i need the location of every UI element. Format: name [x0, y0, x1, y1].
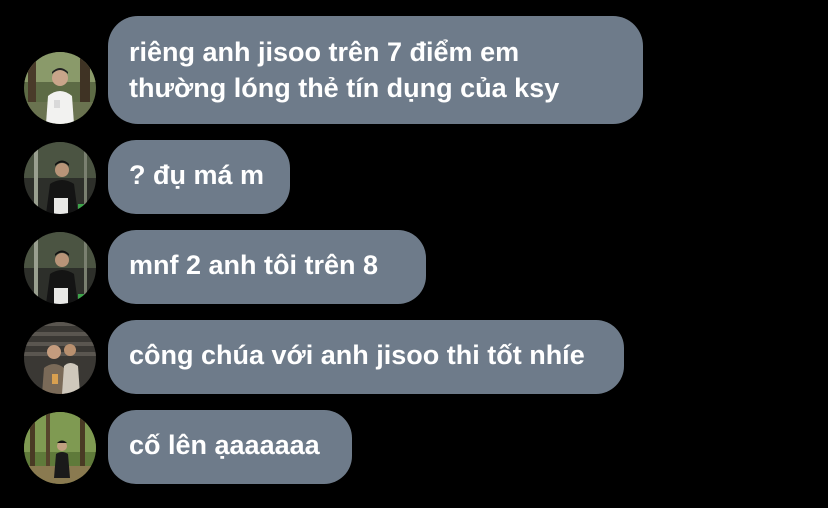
message-text-line: ? đụ má m: [129, 160, 265, 190]
profile-photo-icon: [24, 52, 96, 124]
message-bubble[interactable]: mnf 2 anh tôi trên 8: [108, 230, 426, 304]
message-bubble[interactable]: riêng anh jisoo trên 7 điểm em thường ló…: [108, 16, 643, 124]
avatar[interactable]: [24, 412, 96, 484]
profile-photo-icon: [24, 322, 96, 394]
profile-photo-icon: [24, 232, 96, 304]
message-thread: riêng anh jisoo trên 7 điểm em thường ló…: [0, 0, 828, 508]
message-row: mnf 2 anh tôi trên 8: [24, 230, 426, 304]
profile-photo-icon: [24, 412, 96, 484]
message-text-line: cố lên ạaaaaaa: [129, 430, 320, 460]
message-row: công chúa với anh jisoo thi tốt nhíe: [24, 320, 624, 394]
message-row: cố lên ạaaaaaa: [24, 410, 352, 484]
message-text-line: thường lóng thẻ tín dụng của ksy: [129, 73, 560, 103]
avatar[interactable]: [24, 322, 96, 394]
message-row: ? đụ má m: [24, 140, 290, 214]
message-text-line: riêng anh jisoo trên 7 điểm em: [129, 37, 520, 67]
message-text-line: mnf 2 anh tôi trên 8: [129, 250, 379, 280]
message-bubble[interactable]: ? đụ má m: [108, 140, 290, 214]
profile-photo-icon: [24, 142, 96, 214]
avatar[interactable]: [24, 142, 96, 214]
message-bubble[interactable]: cố lên ạaaaaaa: [108, 410, 352, 484]
avatar[interactable]: [24, 52, 96, 124]
message-text-line: công chúa với anh jisoo thi tốt nhíe: [129, 340, 585, 370]
message-bubble[interactable]: công chúa với anh jisoo thi tốt nhíe: [108, 320, 624, 394]
message-row: riêng anh jisoo trên 7 điểm em thường ló…: [24, 16, 643, 124]
avatar[interactable]: [24, 232, 96, 304]
